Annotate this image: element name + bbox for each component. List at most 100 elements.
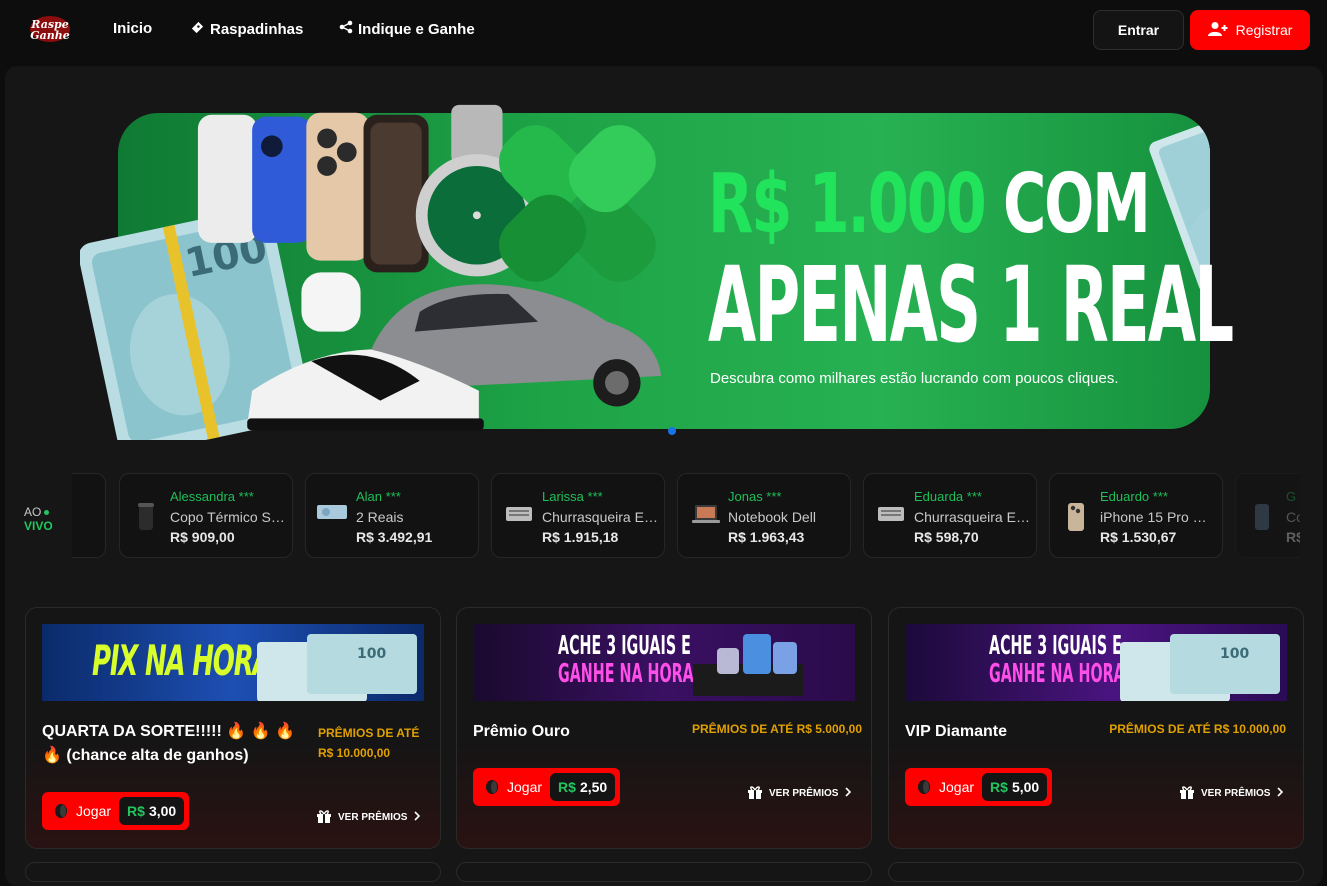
live-indicator: AO VIVO — [24, 505, 53, 533]
price-value: 2,50 — [579, 779, 608, 795]
ticker-winner-name: Alan *** — [356, 489, 401, 504]
price-badge: R$ 2,50 — [550, 773, 616, 801]
see-prizes-link[interactable]: VER PRÊMIOS — [1179, 784, 1284, 803]
price-value: 3,00 — [148, 803, 177, 819]
game-prize-info: PRÊMIOS DE ATÉ R$ 5.000,00 — [691, 722, 862, 736]
ticker-value: R$ 1.530,67 — [1100, 529, 1177, 545]
banner-headline-amount: R$ 1.000 — [708, 157, 987, 252]
play-button[interactable]: Jogar R$ 5,00 — [905, 768, 1053, 806]
ticker-value: R$ 598,70 — [914, 529, 979, 545]
game-banner-text: ACHE 3 IGUAIS E — [989, 631, 1122, 661]
ticker-item-name: Co — [1286, 509, 1300, 525]
coin-icon — [485, 779, 499, 795]
ticket-icon — [190, 20, 205, 39]
banner-subtitle: Descubra como milhares estão lucrando co… — [710, 370, 1119, 387]
play-button[interactable]: Jogar R$ 3,00 — [42, 792, 190, 830]
ticker-value: R$ 909,00 — [170, 529, 235, 545]
ticker-card: d... — [72, 473, 106, 558]
register-label: Registrar — [1235, 22, 1293, 38]
price-currency: R$ — [127, 803, 145, 819]
nav-link-label: Inicio — [113, 20, 153, 37]
game-prize-info: PRÊMIOS DE ATÉ R$ 10.000,00 — [318, 726, 420, 760]
game-title: QUARTA DA SORTE!!!!! 🔥 🔥 🔥 🔥 (chance alt… — [42, 723, 295, 764]
ticker-item-name: Copo Térmico Stanley — [170, 509, 288, 525]
chevron-right-icon — [1276, 787, 1284, 800]
gift-icon — [316, 808, 332, 827]
see-prizes-link[interactable]: VER PRÊMIOS — [747, 784, 852, 803]
live-label-ao: AO — [24, 505, 42, 519]
game-card[interactable]: PIX NA HORA! 100 QUARTA DA SORTE!!!!! 🔥 … — [25, 607, 441, 849]
game-card-partial — [888, 862, 1304, 882]
gift-icon — [1179, 784, 1195, 803]
top-nav: Raspe Ganhe Inicio Raspadinhas Indique e… — [0, 0, 1327, 60]
game-title: Prêmio Ouro — [473, 723, 570, 740]
banknote-icon — [316, 502, 348, 526]
ticker-winner-name: G — [1286, 489, 1297, 504]
price-badge: R$ 3,00 — [119, 797, 185, 825]
ticker-winner-name: Eduarda *** — [914, 489, 982, 504]
ticker-value: R$ 1.915,18 — [542, 529, 619, 545]
ticker-value: R$ 1.963,43 — [728, 529, 805, 545]
ticker-item-name: Churrasqueira Elétrica — [542, 509, 660, 525]
game-banner-text: ACHE 3 IGUAIS E — [558, 631, 691, 661]
game-banner-image: ACHE 3 IGUAIS E GANHE NA HORA 100 — [905, 624, 1287, 701]
ticker-card: Larissa *** Churrasqueira Elétrica R$ 1.… — [491, 473, 665, 558]
game-title: VIP Diamante — [905, 723, 1007, 740]
coin-icon — [917, 779, 931, 795]
ticker-item-name: Churrasqueira Elétrica — [914, 509, 1032, 525]
cup-icon — [134, 502, 158, 530]
see-prizes-label: VER PRÊMIOS — [769, 788, 839, 799]
grill-icon — [504, 502, 534, 526]
price-currency: R$ — [558, 779, 576, 795]
prizes-collage-image: 100 — [80, 104, 662, 440]
nav-link-inicio[interactable]: Inicio — [113, 20, 152, 37]
banner-headline-com: COM — [1002, 157, 1151, 252]
game-banner-image: ACHE 3 IGUAIS E GANHE NA HORA — [473, 624, 855, 701]
see-prizes-label: VER PRÊMIOS — [338, 812, 408, 823]
ticker-card: Eduarda *** Churrasqueira Elétrica R$ 59… — [863, 473, 1037, 558]
user-plus-icon — [1207, 21, 1228, 40]
nav-link-indique[interactable]: Indique e Ganhe — [339, 20, 475, 38]
login-button[interactable]: Entrar — [1093, 10, 1184, 50]
phone-icon — [1064, 502, 1088, 531]
play-label: Jogar — [939, 779, 975, 795]
ticker-winner-name: Alessandra *** — [170, 489, 254, 504]
ticker-card: Alessandra *** Copo Térmico Stanley R$ 9… — [119, 473, 293, 558]
gift-icon — [747, 784, 763, 803]
game-card[interactable]: ACHE 3 IGUAIS E GANHE NA HORA Prêmio Our… — [456, 607, 872, 849]
price-value: 5,00 — [1011, 779, 1040, 795]
share-icon — [339, 20, 353, 38]
chevron-right-icon — [844, 787, 852, 800]
ticker-item-name: iPhone 15 Pro Max — [1100, 509, 1218, 525]
ticker-card: Eduardo *** iPhone 15 Pro Max R$ 1.530,6… — [1049, 473, 1223, 558]
game-card[interactable]: ACHE 3 IGUAIS E GANHE NA HORA 100 VIP Di… — [888, 607, 1304, 849]
play-button[interactable]: Jogar R$ 2,50 — [473, 768, 621, 806]
live-dot-icon — [44, 510, 50, 516]
coin-icon — [54, 803, 68, 819]
svg-text:100: 100 — [1220, 646, 1249, 662]
ticker-winner-name: Eduardo *** — [1100, 489, 1168, 504]
ticker-card: Alan *** 2 Reais R$ 3.492,91 — [305, 473, 479, 558]
winners-ticker: d... Alessandra *** Copo Térmico Stanley… — [72, 472, 1300, 560]
nav-link-raspadinhas[interactable]: Raspadinhas — [190, 20, 303, 39]
game-card-partial — [25, 862, 441, 882]
register-button[interactable]: Registrar — [1190, 10, 1310, 50]
ticker-card: Jonas *** Notebook Dell R$ 1.963,43 — [677, 473, 851, 558]
nav-link-label: Raspadinhas — [210, 21, 304, 38]
live-label-vivo: VIVO — [24, 519, 53, 533]
banner-headline: R$ 1.000 COM — [708, 162, 1151, 248]
game-card-partial — [456, 862, 872, 882]
ticker-value: R$ 3.492,91 — [356, 529, 433, 545]
grill-icon — [876, 502, 906, 526]
price-badge: R$ 5,00 — [982, 773, 1048, 801]
carousel-dot[interactable] — [668, 427, 676, 435]
ticker-winner-name: Larissa *** — [542, 489, 603, 504]
play-label: Jogar — [76, 803, 112, 819]
logo[interactable]: Raspe Ganhe — [28, 12, 72, 46]
laptop-icon — [690, 502, 722, 526]
money-stack-image: 100 — [1120, 634, 1280, 701]
game-banner-text: GANHE NA HORA — [989, 659, 1125, 689]
svg-text:100: 100 — [357, 646, 386, 662]
see-prizes-link[interactable]: VER PRÊMIOS — [316, 808, 421, 827]
price-currency: R$ — [990, 779, 1008, 795]
